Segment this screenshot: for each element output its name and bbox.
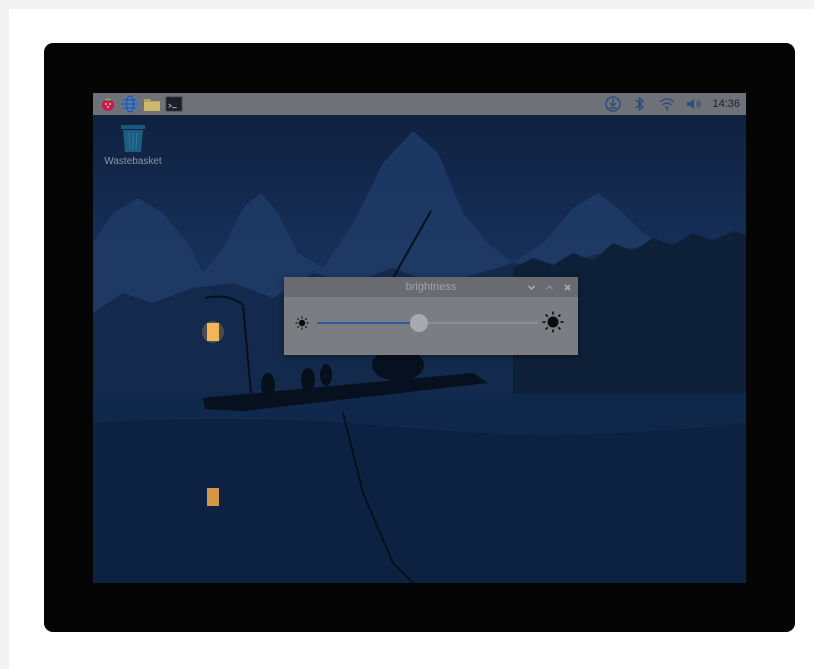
wifi-icon[interactable] [658, 95, 676, 113]
brightness-dialog: brightness [284, 277, 578, 355]
web-browser-icon[interactable] [121, 95, 139, 113]
brightness-low-icon [295, 316, 309, 335]
wastebasket-icon [121, 125, 145, 152]
taskbar-clock[interactable]: 14:36 [712, 98, 740, 110]
brightness-slider[interactable] [317, 314, 538, 332]
download-icon[interactable] [604, 95, 622, 113]
brightness-high-icon [542, 311, 564, 338]
brightness-slider-fill [317, 322, 419, 324]
file-manager-icon[interactable] [143, 95, 161, 113]
maximize-icon[interactable] [545, 283, 554, 292]
brightness-slider-thumb[interactable] [409, 314, 428, 332]
desktop-screen: 14:36 Wastebasket brightness [93, 93, 746, 583]
dialog-body [284, 297, 578, 355]
desktop-icon-label: Wastebasket [104, 156, 162, 167]
volume-icon[interactable] [685, 95, 703, 113]
close-icon[interactable] [563, 283, 572, 292]
desktop-icon-wastebasket[interactable]: Wastebasket [103, 123, 163, 167]
bluetooth-icon[interactable] [631, 95, 649, 113]
minimize-icon[interactable] [527, 283, 536, 292]
dialog-title: brightness [405, 281, 457, 293]
taskbar: 14:36 [93, 93, 746, 115]
dialog-titlebar[interactable]: brightness [284, 277, 578, 297]
terminal-icon[interactable] [165, 95, 183, 113]
raspberry-menu-icon[interactable] [99, 95, 117, 113]
